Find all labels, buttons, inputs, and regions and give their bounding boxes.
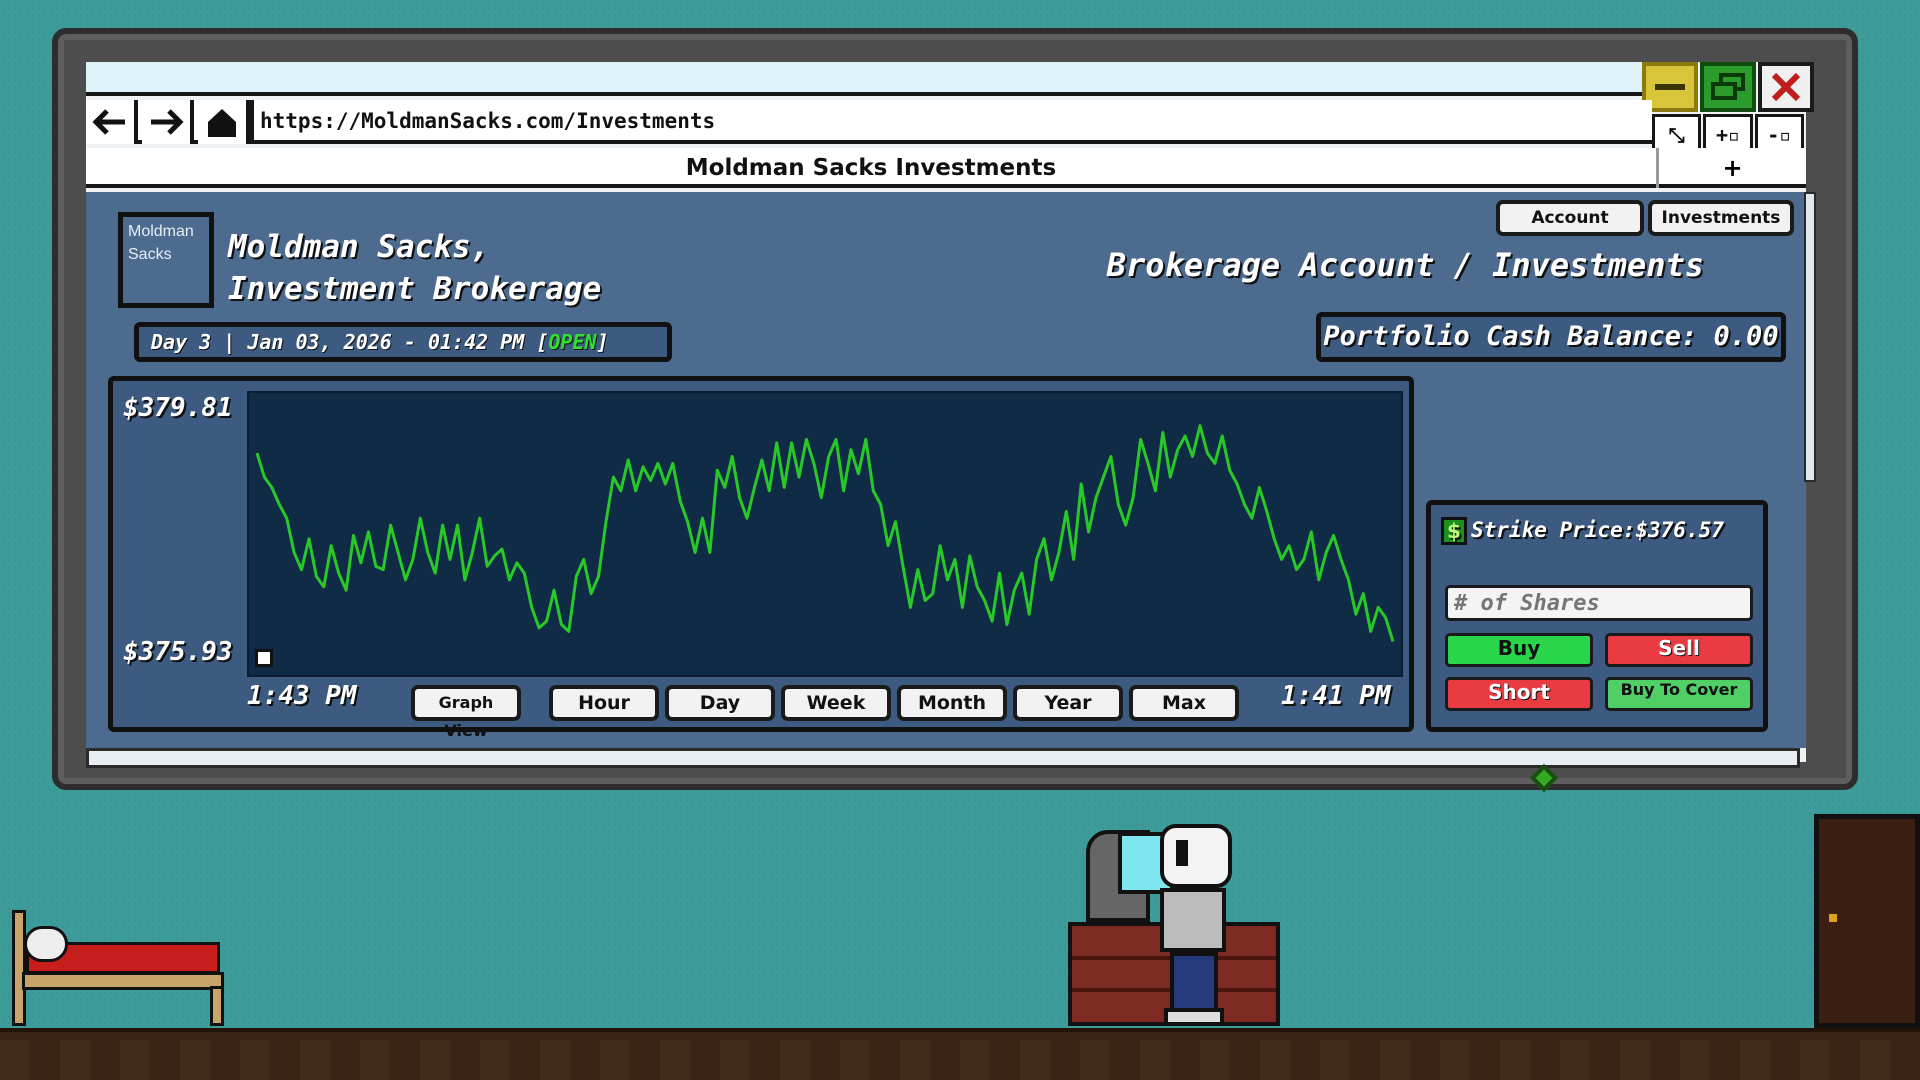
player-eye: [1176, 840, 1188, 866]
bed-pillow: [24, 926, 68, 962]
range-year-button[interactable]: Year: [1013, 685, 1123, 721]
browser-titlebar[interactable]: [86, 62, 1642, 96]
range-week-button[interactable]: Week: [781, 685, 891, 721]
range-hour-button[interactable]: Hour: [549, 685, 659, 721]
x-left-label: 1:43 PM: [247, 681, 357, 711]
brand-line-2: Investment Brokerage: [228, 271, 602, 307]
bed-frame: [22, 972, 224, 990]
close-icon: [1771, 72, 1801, 102]
bed-leg: [210, 986, 224, 1026]
minimize-icon: [1655, 84, 1685, 90]
range-day-button[interactable]: Day: [665, 685, 775, 721]
brand-title: Moldman Sacks, Investment Brokerage: [228, 226, 601, 310]
tab-bar: Moldman Sacks Investments +: [86, 148, 1806, 188]
back-button[interactable]: [86, 100, 138, 144]
y-min-label: $375.93: [123, 637, 233, 667]
date-close: ]: [596, 330, 609, 354]
brand-logo: Moldman Sacks: [118, 212, 214, 308]
trade-panel: $Strike Price:$376.57 Buy Sell Short Buy…: [1426, 500, 1768, 732]
strike-label: Strike Price:: [1471, 518, 1636, 542]
bed-headboard: [12, 910, 26, 1026]
date-text: Day 3 | Jan 03, 2026 - 01:42 PM [: [151, 330, 549, 354]
cash-balance: Portfolio Cash Balance: 0.00: [1316, 312, 1786, 362]
y-max-label: $379.81: [123, 393, 233, 423]
price-series-line: [255, 424, 1395, 643]
forward-button[interactable]: [142, 100, 194, 144]
player-legs: [1170, 952, 1218, 1012]
door-knob: [1829, 914, 1837, 922]
close-button[interactable]: [1758, 62, 1814, 112]
player-head: [1160, 824, 1232, 888]
forward-arrow-icon: [151, 109, 184, 135]
new-tab-button[interactable]: +: [1656, 148, 1806, 188]
player-feet: [1164, 1008, 1224, 1026]
price-chart-panel: $379.81 $375.93 1:43 PM 1:41 PM Graph Vi…: [108, 376, 1414, 740]
chart-area: [247, 391, 1403, 677]
chart-svg: [255, 424, 1395, 643]
tab-title[interactable]: Moldman Sacks Investments: [86, 148, 1656, 188]
home-icon: [208, 109, 236, 137]
browser-window: https://MoldmanSacks.com/Investments ⤡ +…: [86, 62, 1816, 793]
back-arrow-icon: [92, 109, 125, 135]
short-button[interactable]: Short: [1445, 677, 1593, 711]
floor-texture: [0, 1040, 1920, 1080]
vertical-scrollbar[interactable]: [1804, 192, 1816, 482]
maximize-button[interactable]: [1700, 62, 1756, 112]
account-button[interactable]: Account: [1496, 200, 1644, 236]
graph-view-button[interactable]: Graph View: [411, 685, 521, 740]
restore-icon: [1711, 73, 1745, 100]
shares-input[interactable]: [1445, 585, 1753, 621]
expand-chart-icon[interactable]: [255, 649, 273, 667]
player-body: [1160, 888, 1226, 952]
market-status: OPEN: [548, 330, 597, 354]
page-subtitle: Brokerage Account / Investments: [1106, 246, 1704, 284]
range-month-button[interactable]: Month: [897, 685, 1007, 721]
strike-price: $ Strike Price:$376.57: [1441, 517, 1724, 545]
navigation-bar: https://MoldmanSacks.com/Investments: [86, 100, 1652, 144]
investments-button[interactable]: Investments: [1648, 200, 1794, 236]
home-button[interactable]: [198, 100, 250, 144]
brand-line-1: Moldman Sacks,: [228, 229, 490, 265]
sell-button[interactable]: Sell: [1605, 633, 1753, 667]
brokerage-page: Moldman Sacks Moldman Sacks, Investment …: [86, 192, 1816, 793]
strike-value: $376.57: [1635, 518, 1724, 542]
x-right-label: 1:41 PM: [1281, 681, 1391, 711]
date-status-box: Day 3 | Jan 03, 2026 - 01:42 PM [OPEN]: [134, 322, 672, 362]
url-bar[interactable]: https://MoldmanSacks.com/Investments: [250, 100, 1652, 144]
buy-button[interactable]: Buy: [1445, 633, 1593, 667]
dollar-icon: $: [1441, 517, 1467, 545]
buy-to-cover-button[interactable]: Buy To Cover: [1605, 677, 1753, 711]
range-max-button[interactable]: Max: [1129, 685, 1239, 721]
